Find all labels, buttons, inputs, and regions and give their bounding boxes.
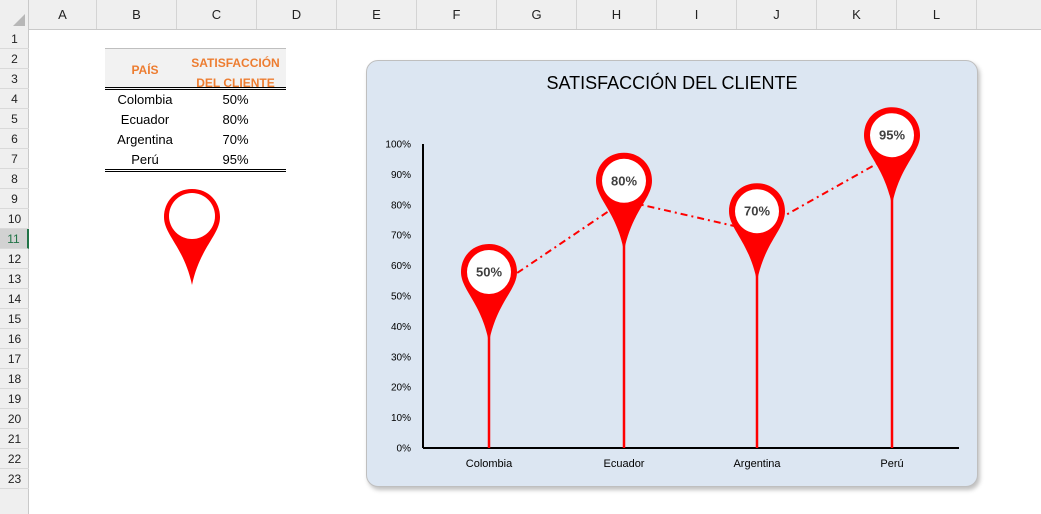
x-tick-label: Perú [880,458,903,470]
x-tick-label: Ecuador [604,458,645,470]
cell-value[interactable]: 70% [185,130,286,150]
header-satisfaction[interactable]: SATISFACCIÓN DEL CLIENTE [185,53,286,93]
plot-area: 0% 10% 20% 30% 40% 50% 60% 70% 80% 90% 100% Colombi… [385,107,959,470]
row-header-10[interactable]: 10 [0,209,29,229]
column-header-f[interactable]: F [417,0,497,29]
column-header-h[interactable]: H [577,0,657,29]
y-tick-label: 0% [397,444,412,455]
column-header-k[interactable]: K [817,0,897,29]
data-label: 80% [611,173,637,188]
column-header-i[interactable]: I [657,0,737,29]
header-satisfaction-line1: SATISFACCIÓN [191,56,280,70]
row-header-2[interactable]: 2 [0,49,29,69]
y-tick-label: 30% [391,352,411,363]
y-tick-label: 20% [391,383,411,394]
cell-country[interactable]: Perú [105,150,185,170]
y-tick-label: 50% [391,292,411,303]
table-footer-border [105,169,286,175]
row-header-6[interactable]: 6 [0,129,29,149]
cell-country[interactable]: Colombia [105,90,185,110]
pin-hole [169,193,215,239]
select-all-corner[interactable] [0,0,29,29]
table-row: Argentina 70% [105,130,286,150]
y-tick-label: 70% [391,231,411,242]
row-header-14[interactable]: 14 [0,289,29,309]
series-line [488,154,893,293]
row-header-12[interactable]: 12 [0,249,29,269]
row-header-17[interactable]: 17 [0,349,29,369]
row-header-4[interactable]: 4 [0,89,29,109]
row-header-21[interactable]: 21 [0,429,29,449]
y-tick-label: 60% [391,261,411,272]
column-header-c[interactable]: C [177,0,257,29]
row-header-23[interactable]: 23 [0,469,29,489]
table-row: Perú 95% [105,150,286,170]
column-header-g[interactable]: G [497,0,577,29]
row-header-20[interactable]: 20 [0,409,29,429]
map-pin-shape[interactable] [162,187,222,287]
row-header-3[interactable]: 3 [0,69,29,89]
row-header-9[interactable]: 9 [0,189,29,209]
chart-area[interactable]: SATISFACCIÓN DEL CLIENTE 0% 10% 20% 30% 40% 5… [366,60,978,487]
x-tick-label: Argentina [733,458,781,470]
column-header-l[interactable]: L [897,0,977,29]
row-header-13[interactable]: 13 [0,269,29,289]
row-header-15[interactable]: 15 [0,309,29,329]
row-header-8[interactable]: 8 [0,169,29,189]
cell-value[interactable]: 50% [185,90,286,110]
header-country[interactable]: PAÍS [105,63,185,77]
row-header-5[interactable]: 5 [0,109,29,129]
row-header-18[interactable]: 18 [0,369,29,389]
column-header-a[interactable]: A [29,0,97,29]
table-row: Ecuador 80% [105,110,286,130]
column-header-d[interactable]: D [257,0,337,29]
y-tick-label: 100% [385,140,411,151]
column-header-e[interactable]: E [337,0,417,29]
y-tick-label: 90% [391,170,411,181]
y-tick-label: 40% [391,322,411,333]
data-label: 95% [879,128,905,143]
data-label: 50% [476,265,502,280]
y-tick-label: 10% [391,413,411,424]
column-header-b[interactable]: B [97,0,177,29]
row-header-16[interactable]: 16 [0,329,29,349]
row-header-19[interactable]: 19 [0,389,29,409]
row-header-11[interactable]: 11 [0,229,29,249]
cell-value[interactable]: 95% [185,150,286,170]
data-label: 70% [744,204,770,219]
column-header-j[interactable]: J [737,0,817,29]
y-tick-label: 80% [391,200,411,211]
cell-value[interactable]: 80% [185,110,286,130]
row-header-7[interactable]: 7 [0,149,29,169]
table-row: Colombia 50% [105,90,286,110]
cell-country[interactable]: Ecuador [105,110,185,130]
row-header-1[interactable]: 1 [0,29,29,49]
row-header-22[interactable]: 22 [0,449,29,469]
cell-country[interactable]: Argentina [105,130,185,150]
table-header: PAÍS SATISFACCIÓN DEL CLIENTE [105,48,286,90]
x-tick-label: Colombia [466,458,513,470]
